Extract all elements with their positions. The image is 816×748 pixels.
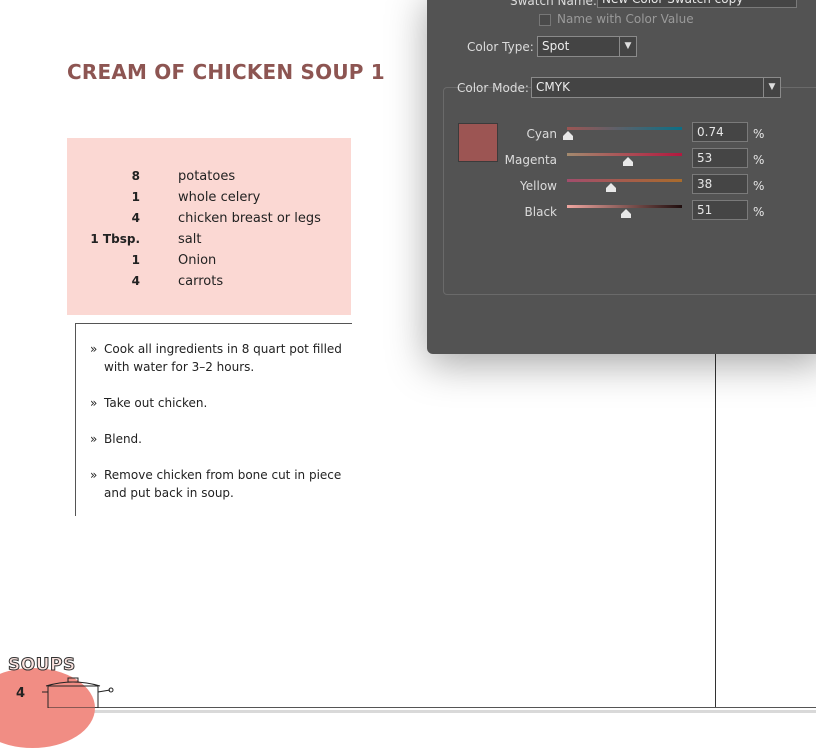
- swatch-name-input[interactable]: New Color Swatch copy: [597, 0, 797, 8]
- swatch-name-label: Swatch Name:: [510, 0, 597, 8]
- slider-thumb-black[interactable]: [620, 209, 631, 218]
- color-mode-label: Color Mode:: [457, 81, 529, 95]
- name-with-color-value-label: Name with Color Value: [557, 12, 694, 26]
- name-with-color-value-checkbox[interactable]: [539, 14, 551, 26]
- step-text: Take out chicken.: [104, 396, 208, 410]
- ingredient-qty: 1: [131, 253, 140, 267]
- percent-sign: %: [753, 179, 765, 193]
- page-bottom-line: [0, 707, 816, 708]
- pot-icon: [42, 677, 114, 708]
- channel-input-yellow[interactable]: 38: [692, 174, 748, 194]
- ingredient-qty: 1: [131, 190, 140, 204]
- channel-label-magenta: Magenta: [504, 153, 557, 167]
- step-text: Blend.: [104, 432, 142, 446]
- ingredient-item: carrots: [178, 274, 224, 289]
- ingredient-item: whole celery: [178, 190, 261, 205]
- ingredient-item: Onion: [178, 253, 217, 268]
- ingredient-item: potatoes: [178, 169, 236, 184]
- color-type-label: Color Type:: [467, 40, 534, 54]
- chevron-down-icon: ▼: [619, 37, 636, 56]
- color-mode-select[interactable]: CMYK ▼: [531, 77, 781, 98]
- bullet: »: [90, 432, 98, 446]
- slider-track-cyan[interactable]: [567, 127, 682, 130]
- slider-thumb-magenta[interactable]: [622, 157, 633, 166]
- percent-sign: %: [753, 205, 765, 219]
- channel-label-yellow: Yellow: [520, 179, 557, 193]
- color-mode-value: CMYK: [536, 80, 570, 94]
- steps-box: » Cook all ingredients in 8 quart pot fi…: [75, 323, 352, 516]
- step-text: Remove chicken from bone cut in piece an…: [104, 468, 342, 500]
- ingredient-qty: 1 Tbsp.: [90, 232, 140, 246]
- channel-input-black[interactable]: 51: [692, 200, 748, 220]
- step-text: Cook all ingredients in 8 quart pot fill…: [104, 342, 342, 374]
- bullet: »: [90, 468, 98, 482]
- channel-label-black: Black: [524, 205, 557, 219]
- footer-section-label: SOUPS: [8, 655, 76, 676]
- slider-thumb-cyan[interactable]: [562, 131, 573, 140]
- color-type-select[interactable]: Spot ▼: [537, 36, 637, 57]
- ingredient-qty: 4: [131, 211, 140, 225]
- slider-track-black[interactable]: [567, 205, 682, 208]
- swatch-options-dialog: Swatch Name: New Color Swatch copy Name …: [427, 0, 816, 354]
- slider-thumb-yellow[interactable]: [605, 183, 616, 192]
- color-type-value: Spot: [542, 39, 570, 53]
- channel-label-cyan: Cyan: [526, 127, 557, 141]
- ingredient-qty: 8: [131, 169, 140, 183]
- bullet: »: [90, 342, 98, 356]
- channel-input-magenta[interactable]: 53: [692, 148, 748, 168]
- bullet: »: [90, 396, 98, 410]
- ingredient-item: salt: [178, 232, 202, 247]
- percent-sign: %: [753, 127, 765, 141]
- chevron-down-icon: ▼: [763, 78, 780, 97]
- slider-track-yellow[interactable]: [567, 179, 682, 182]
- slider-track-magenta[interactable]: [567, 153, 682, 156]
- ingredients-box: 8 potatoes 1 whole celery 4 chicken brea…: [67, 138, 351, 315]
- channel-input-cyan[interactable]: 0.74: [692, 122, 748, 142]
- percent-sign: %: [753, 153, 765, 167]
- ingredient-qty: 4: [131, 274, 140, 288]
- page-edge-line: [715, 340, 716, 708]
- footer-page-number: 4: [16, 686, 26, 701]
- ingredient-item: chicken breast or legs: [178, 211, 321, 226]
- page-title: CREAM OF CHICKEN SOUP 1: [67, 60, 385, 84]
